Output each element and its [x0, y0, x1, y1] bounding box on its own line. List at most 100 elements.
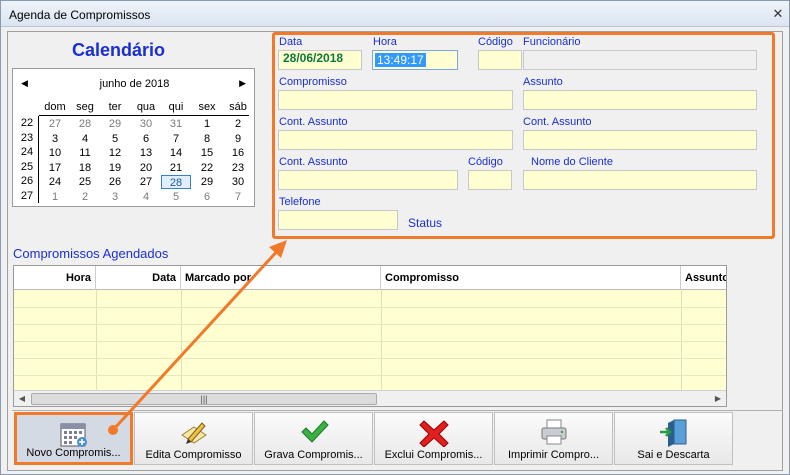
agendados-grid[interactable]: Hora Data Marcado por Compromisso Assunt… — [13, 265, 727, 407]
codigo-label: Código — [478, 36, 513, 48]
calendar-day[interactable]: 6 — [131, 132, 161, 146]
col-assunto[interactable]: Assunto — [681, 266, 726, 290]
cont-assunto-field-2[interactable] — [523, 130, 757, 150]
printer-icon — [541, 419, 566, 445]
calendar-day[interactable]: 27 — [40, 117, 70, 131]
calendar-new-icon — [60, 423, 87, 447]
calendar-day[interactable]: 15 — [192, 146, 222, 160]
calendar-title: Calendário — [72, 40, 166, 60]
exit-door-icon — [659, 419, 686, 447]
calendar-day[interactable]: 4 — [70, 132, 100, 146]
codigo-cliente-field[interactable] — [468, 170, 512, 190]
next-month-icon[interactable]: ▶ — [239, 78, 246, 89]
calendar-day[interactable]: 28 — [70, 117, 100, 131]
calendar-day[interactable]: 31 — [161, 117, 191, 131]
col-marcado-por[interactable]: Marcado por — [181, 266, 381, 290]
calendar-day[interactable]: 11 — [70, 146, 100, 160]
calendar-day[interactable]: 10 — [40, 146, 70, 160]
status-label: Status — [408, 216, 443, 230]
calendar-day[interactable]: 3 — [40, 132, 70, 146]
assunto-field[interactable] — [523, 90, 757, 110]
calendar-day[interactable]: 1 — [192, 117, 222, 131]
calendar-day[interactable]: 12 — [100, 146, 130, 160]
grava-compromisso-button[interactable]: Grava Compromis... — [254, 412, 373, 465]
checkmark-icon — [300, 420, 329, 443]
calendar-day[interactable]: 17 — [40, 161, 70, 175]
telefone-field[interactable] — [278, 210, 398, 230]
calendar-day[interactable]: 30 — [131, 117, 161, 131]
compromisso-label: Compromisso — [279, 76, 347, 88]
sai-e-descarta-label: Sai e Descarta — [637, 449, 710, 461]
calendar-day[interactable]: 2 — [70, 190, 100, 204]
calendar-day[interactable]: 1 — [40, 190, 70, 204]
calendar-week-number: 24 — [20, 146, 34, 159]
calendar-day[interactable]: 8 — [192, 132, 222, 146]
nome-cliente-field[interactable] — [523, 170, 757, 190]
calendar-day-selected[interactable]: 28 — [161, 175, 191, 190]
calendar-day[interactable]: 5 — [100, 132, 130, 146]
compromisso-field[interactable] — [278, 90, 513, 110]
col-hora[interactable]: Hora — [14, 266, 96, 290]
novo-compromisso-label: Novo Compromis... — [26, 447, 121, 459]
calendar-day[interactable]: 29 — [100, 117, 130, 131]
scroll-right-icon[interactable]: ▶ — [710, 392, 726, 406]
grid-header: Hora Data Marcado por Compromisso Assunt… — [14, 266, 726, 290]
data-field[interactable]: 28/06/2018 — [278, 50, 362, 70]
cont-assunto-label-3: Cont. Assunto — [279, 156, 348, 168]
calendar-day[interactable]: 3 — [100, 190, 130, 204]
calendar-day[interactable]: 14 — [161, 146, 191, 160]
calendar-day-header: sex — [198, 101, 216, 113]
calendar-day[interactable]: 20 — [131, 161, 161, 175]
calendar-month-label[interactable]: junho de 2018 — [13, 78, 256, 90]
col-data[interactable]: Data — [96, 266, 181, 290]
calendar-week-divider — [38, 116, 39, 203]
calendar-day[interactable]: 25 — [70, 175, 100, 189]
calendar-day[interactable]: 27 — [131, 175, 161, 189]
calendar-day[interactable]: 19 — [100, 161, 130, 175]
cont-assunto-field-1[interactable] — [278, 130, 513, 150]
calendar-header-divider — [39, 115, 249, 116]
calendar-day[interactable]: 13 — [131, 146, 161, 160]
window-title: Agenda de Compromissos — [9, 8, 151, 22]
edita-compromisso-button[interactable]: Edita Compromisso — [134, 412, 253, 465]
calendar-day[interactable]: 24 — [40, 175, 70, 189]
calendar-day[interactable]: 18 — [70, 161, 100, 175]
calendar-day[interactable]: 7 — [223, 190, 253, 204]
calendar-day[interactable]: 21 — [161, 161, 191, 175]
grid-row-line — [14, 375, 726, 376]
hora-field[interactable]: 13:49:17 — [372, 50, 458, 70]
calendar-day[interactable]: 29 — [192, 175, 222, 189]
close-icon[interactable]: ✕ — [771, 7, 785, 21]
calendar-day[interactable]: 30 — [223, 175, 253, 189]
scroll-thumb[interactable]: ||| — [31, 393, 377, 405]
calendar-day[interactable]: 23 — [223, 161, 253, 175]
exclui-compromisso-button[interactable]: Exclui Compromis... — [374, 412, 493, 465]
calendar-day[interactable]: 5 — [161, 190, 191, 204]
calendar-day[interactable]: 26 — [100, 175, 130, 189]
exclui-compromisso-label: Exclui Compromis... — [384, 449, 483, 461]
codigo-field[interactable] — [478, 50, 522, 70]
calendar-day-header: seg — [76, 101, 94, 113]
calendar-day[interactable]: 16 — [223, 146, 253, 160]
grava-compromisso-label: Grava Compromis... — [264, 449, 363, 461]
funcionario-field[interactable] — [523, 50, 757, 70]
horizontal-scrollbar[interactable]: ◀ ||| ▶ — [14, 390, 726, 406]
novo-compromisso-button[interactable]: Novo Compromis... — [14, 412, 133, 465]
calendar-day[interactable]: 22 — [192, 161, 222, 175]
calendar-day[interactable]: 2 — [223, 117, 253, 131]
scroll-left-icon[interactable]: ◀ — [14, 392, 30, 406]
imprimir-compromisso-button[interactable]: Imprimir Compro... — [494, 412, 613, 465]
calendar-day[interactable]: 7 — [161, 132, 191, 146]
funcionario-label: Funcionário — [523, 36, 581, 48]
edita-compromisso-label: Edita Compromisso — [145, 449, 242, 461]
col-compromisso[interactable]: Compromisso — [381, 266, 681, 290]
pencil-edit-icon — [180, 422, 207, 444]
sai-e-descarta-button[interactable]: Sai e Descarta — [614, 412, 733, 465]
calendar-day[interactable]: 4 — [131, 190, 161, 204]
calendar-day[interactable]: 9 — [223, 132, 253, 146]
month-calendar[interactable]: ◀ junho de 2018 ▶ dom seg ter qua qui sex sáb 2… — [12, 68, 255, 207]
calendar-day[interactable]: 6 — [192, 190, 222, 204]
cont-assunto-field-3[interactable] — [278, 170, 458, 190]
data-label: Data — [279, 36, 303, 48]
calendar-day-header: dom — [44, 101, 66, 113]
